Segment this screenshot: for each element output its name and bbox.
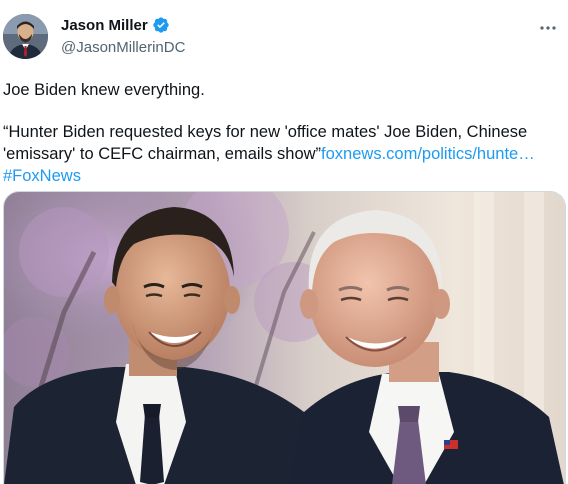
author-avatar[interactable]: [3, 14, 48, 59]
tweet-card[interactable]: Jason Miller @JasonMillerinDC Joe Biden …: [0, 0, 568, 484]
hashtag-link[interactable]: #FoxNews: [3, 167, 81, 185]
tweet-quote-paragraph: “Hunter Biden requested keys for new 'of…: [3, 121, 559, 187]
verified-badge-icon[interactable]: [152, 16, 170, 34]
article-link[interactable]: foxnews.com/politics/hunte…: [321, 145, 535, 163]
more-options-button[interactable]: [534, 14, 562, 42]
tweet-text: Joe Biden knew everything. “Hunter Biden…: [3, 79, 559, 187]
tweet-photo[interactable]: [3, 191, 566, 484]
tweet-line-1: Joe Biden knew everything.: [3, 81, 205, 99]
author-display-name[interactable]: Jason Miller: [61, 17, 148, 34]
photo-two-men-smiling: [4, 192, 565, 484]
more-horizontal-icon: [540, 26, 556, 30]
author-name-row: Jason Miller: [61, 16, 170, 34]
person-avatar-icon: [3, 14, 48, 59]
author-handle[interactable]: @JasonMillerinDC: [61, 39, 185, 56]
